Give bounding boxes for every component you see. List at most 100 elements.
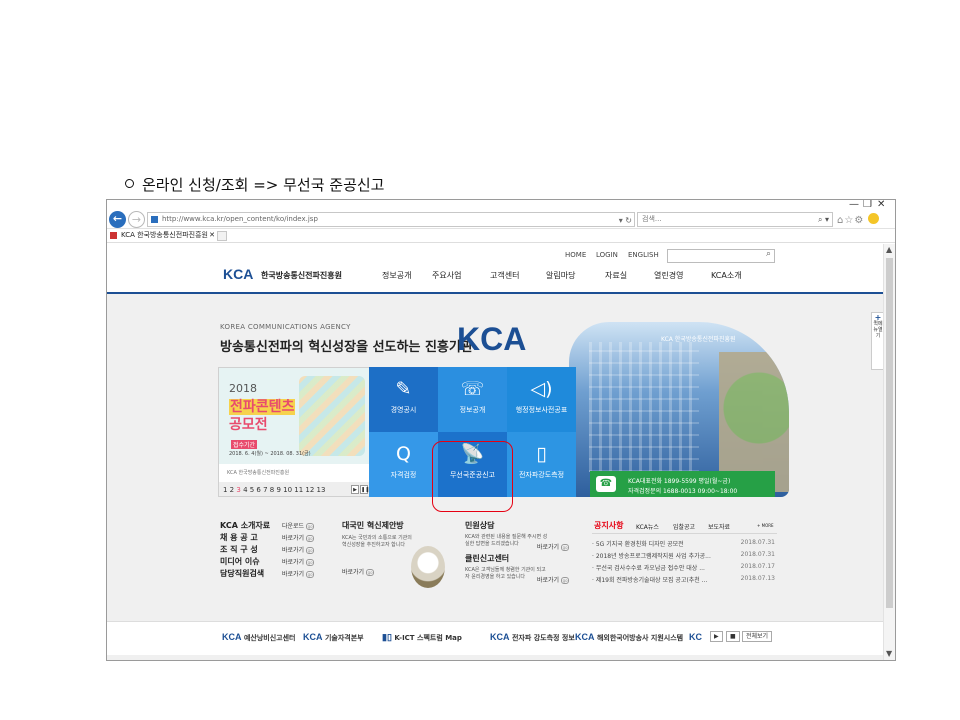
new-tab-button[interactable] bbox=[217, 231, 227, 241]
banner-tech-qualification[interactable]: KCA 기술자격본부 bbox=[303, 632, 364, 643]
link-recruit[interactable]: 채 용 공 고 바로가기 go bbox=[220, 532, 320, 544]
notice-item[interactable]: · 무선국 검사수수료 과오납금 접수안 대상 ... 2018.07.17 bbox=[592, 563, 777, 573]
banner-emf-info[interactable]: KCA 전자파 강도측정 정보 bbox=[490, 632, 575, 643]
link-action[interactable]: 바로가기 bbox=[282, 559, 304, 566]
maximize-button[interactable]: ❐ bbox=[863, 200, 872, 210]
go-link[interactable]: 바로가기 go bbox=[282, 557, 315, 566]
pause-icon[interactable]: ❚❚ bbox=[360, 485, 369, 494]
promo-pager[interactable]: 1 2 3 4 5 6 7 8 9 10 11 12 13 ▶ ❚❚ bbox=[219, 482, 369, 496]
forward-button[interactable]: → bbox=[128, 211, 145, 228]
proposal-title[interactable]: 대국민 혁신제안방 bbox=[342, 520, 442, 531]
tab-kca[interactable]: KCA 한국방송통신전파진흥원 ✕ bbox=[107, 229, 219, 242]
english-link[interactable]: ENGLISH bbox=[628, 251, 659, 259]
tile-admin-info[interactable]: ◁) 행정정보사전공표 bbox=[507, 367, 576, 432]
pager-pages-a[interactable]: 1 2 bbox=[223, 486, 234, 494]
gnb-customer-center[interactable]: 고객센터 bbox=[490, 270, 519, 281]
more-link[interactable]: + MORE bbox=[757, 523, 774, 528]
promo-title-line2: 공모전 bbox=[229, 417, 268, 433]
clean-report-action[interactable]: 바로가기 bbox=[537, 577, 559, 584]
link-kca-material[interactable]: KCA 소개자료 다운로드 go bbox=[220, 520, 320, 532]
notice-title[interactable]: · 무선국 검사수수료 과오납금 접수안 대상 ... bbox=[592, 565, 705, 572]
scroll-down-icon[interactable]: ▼ bbox=[886, 649, 892, 658]
clean-report-go[interactable]: 바로가기 go bbox=[537, 575, 580, 584]
notice-title[interactable]: · 2018년 방송프로그램제작지원 사업 추가공... bbox=[592, 553, 711, 560]
browser-search-input[interactable]: 검색... ⌕ ▾ bbox=[637, 212, 833, 227]
close-tab-icon[interactable]: ✕ bbox=[209, 229, 215, 242]
gnb-about-kca[interactable]: KCA소개 bbox=[711, 270, 742, 281]
tile-info-disclosure[interactable]: ☏ 정보공개 bbox=[438, 367, 507, 432]
banner-label: 해외한국어방송사 지원시스템 bbox=[596, 634, 684, 642]
tile-label: 자격검정 bbox=[390, 471, 417, 479]
tile-qualification[interactable]: Q 자격검정 bbox=[369, 432, 438, 497]
address-bar[interactable]: http://www.kca.kr/open_content/ko/index.… bbox=[147, 212, 635, 227]
banner-budget-waste[interactable]: KCA 예산낭비신고센터 bbox=[222, 632, 295, 643]
next-banner-button[interactable]: ▶ bbox=[710, 631, 723, 642]
search-icon[interactable]: ⌕ bbox=[766, 249, 771, 259]
scroll-thumb[interactable] bbox=[886, 258, 893, 608]
gnb-open-management[interactable]: 열린경영 bbox=[654, 270, 683, 281]
kca-logo[interactable]: KCA bbox=[223, 266, 253, 282]
back-button[interactable]: ← bbox=[109, 211, 126, 228]
notice-title[interactable]: · 5G 기지국 환경친화 디자인 공모전 bbox=[592, 541, 684, 548]
notice-item[interactable]: · 제19회 전파방송기술대상 모집 공고(추천 ... 2018.07.13 bbox=[592, 575, 777, 585]
link-action[interactable]: 바로가기 bbox=[282, 535, 304, 542]
civil-title[interactable]: 민원상담 bbox=[465, 520, 580, 531]
notice-item[interactable]: · 2018년 방송프로그램제작지원 사업 추가공... 2018.07.31 bbox=[592, 551, 777, 561]
site-search-input[interactable]: ⌕ bbox=[667, 249, 775, 263]
link-label: 담당직원검색 bbox=[220, 569, 265, 578]
go-link[interactable]: 다운로드 go bbox=[282, 521, 315, 530]
clean-report-title[interactable]: 클린신고센터 bbox=[465, 553, 580, 564]
vertical-scrollbar[interactable]: ▲ ▼ bbox=[883, 244, 895, 660]
logo-text[interactable]: 한국방송통신전파진흥원 bbox=[261, 270, 342, 281]
link-staff-search[interactable]: 담당직원검색 바로가기 go bbox=[220, 568, 320, 580]
tab-press[interactable]: 보도자료 bbox=[708, 522, 730, 531]
go-link[interactable]: 바로가기 go bbox=[282, 545, 315, 554]
view-all-button[interactable]: 전체보기 bbox=[742, 631, 773, 642]
link-action[interactable]: 바로가기 bbox=[282, 547, 304, 554]
login-link[interactable]: LOGIN bbox=[596, 251, 618, 259]
play-icon[interactable]: ▶ bbox=[351, 485, 359, 494]
banner-overseas-broadcast[interactable]: KCA 해외한국어방송사 지원시스템 bbox=[575, 632, 683, 643]
close-window-button[interactable]: ✕ bbox=[877, 200, 885, 210]
pager-pages-b[interactable]: 4 5 6 7 8 9 10 11 12 13 bbox=[243, 486, 325, 494]
stop-banner-button[interactable]: ■ bbox=[726, 631, 740, 642]
tab-kca-news[interactable]: KCA뉴스 bbox=[636, 522, 659, 531]
banner-spectrum-map[interactable]: ▮▯ K-ICT 스펙트럼 Map bbox=[382, 632, 462, 643]
link-action[interactable]: 다운로드 bbox=[282, 523, 304, 530]
link-media-issue[interactable]: 미디어 이슈 바로가기 go bbox=[220, 556, 320, 568]
gnb-library[interactable]: 자료실 bbox=[605, 270, 627, 281]
tile-emf-measurement[interactable]: ▯ 전자파강도측정 bbox=[507, 432, 576, 497]
promo-banner[interactable]: 2018 전파콘텐츠 공모전 접수기간 2018. 6. 4(월) ~ 2018… bbox=[218, 367, 370, 497]
call-row-main: KCA대표전화 1899-5599 평일(월~금) bbox=[628, 478, 731, 485]
tile-management-disclosure[interactable]: ✎ 경영공시 bbox=[369, 367, 438, 432]
tab-notice[interactable]: 공지사항 bbox=[594, 520, 623, 531]
pager-current-page[interactable]: 3 bbox=[236, 486, 240, 494]
banner-kc[interactable]: KC bbox=[689, 632, 702, 642]
go-link[interactable]: 바로가기 go bbox=[282, 569, 315, 578]
notice-item[interactable]: · 5G 기지국 환경친화 디자인 공모전 2018.07.31 bbox=[592, 539, 777, 549]
notice-title[interactable]: · 제19회 전파방송기술대상 모집 공고(추천 ... bbox=[592, 577, 707, 584]
minimize-button[interactable]: — bbox=[849, 200, 859, 210]
phone-hand-icon: ▯ bbox=[536, 443, 547, 465]
civil-go[interactable]: 바로가기 go bbox=[537, 542, 580, 551]
home-link[interactable]: HOME bbox=[565, 251, 586, 259]
refresh-icon[interactable]: ▾ ↻ bbox=[619, 214, 632, 227]
quick-links: KCA 소개자료 다운로드 go 채 용 공 고 바로가기 go 조 직 구 성 바로가기… bbox=[220, 520, 320, 580]
proposal-action[interactable]: 바로가기 bbox=[342, 569, 364, 576]
scroll-up-icon[interactable]: ▲ bbox=[886, 245, 892, 254]
search-icon[interactable]: ⌕ ▾ bbox=[818, 213, 829, 226]
link-label: 채 용 공 고 bbox=[220, 533, 258, 542]
link-organization[interactable]: 조 직 구 성 바로가기 go bbox=[220, 544, 320, 556]
gnb-business[interactable]: 주요사업 bbox=[432, 270, 461, 281]
toolbar-icons[interactable]: ⌂☆⚙ bbox=[837, 213, 880, 226]
gnb-notice[interactable]: 알림마당 bbox=[546, 270, 575, 281]
promo-illustration bbox=[299, 376, 365, 456]
address-row: ← → http://www.kca.kr/open_content/ko/in… bbox=[107, 210, 895, 229]
civil-action[interactable]: 바로가기 bbox=[537, 544, 559, 551]
smiley-icon[interactable] bbox=[868, 213, 880, 224]
gnb-info-disclosure[interactable]: 정보공개 bbox=[382, 270, 411, 281]
tab-bid[interactable]: 입찰공고 bbox=[673, 522, 695, 531]
link-action[interactable]: 바로가기 bbox=[282, 571, 304, 578]
home-star-gear-icons[interactable]: ⌂☆⚙ bbox=[837, 215, 864, 226]
go-link[interactable]: 바로가기 go bbox=[282, 533, 315, 542]
